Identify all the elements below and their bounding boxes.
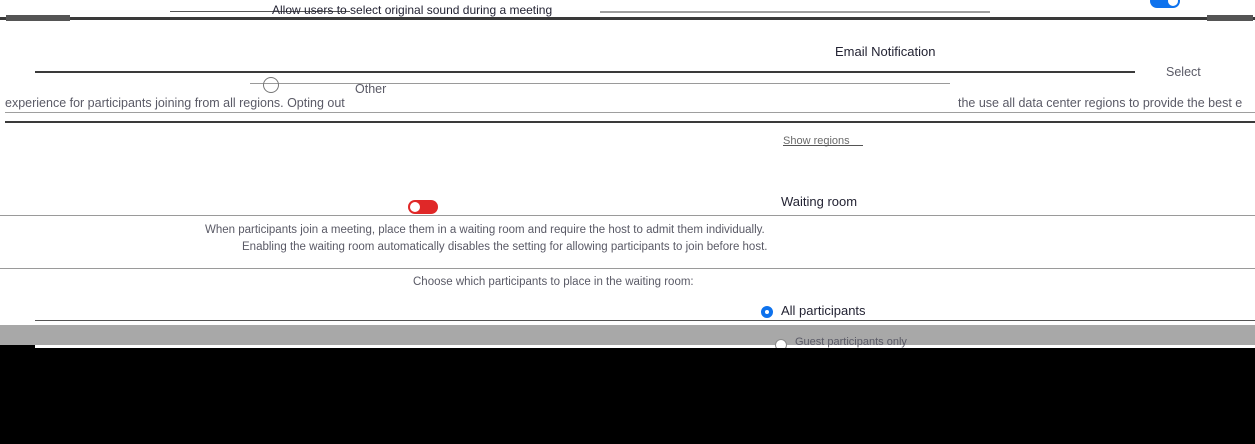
select-label[interactable]: Select <box>1166 65 1201 79</box>
black-band <box>0 348 1255 444</box>
data-center-divider-3 <box>5 112 1255 113</box>
show-regions-underline <box>783 145 863 146</box>
header-strip <box>0 17 1255 20</box>
waiting-room-choose-label: Choose which participants to place in th… <box>413 276 694 288</box>
waiting-room-divider-2 <box>0 268 1255 269</box>
header-badge-right <box>1207 15 1253 21</box>
option-all-participants-label[interactable]: All participants <box>781 303 866 318</box>
waiting-room-description: When participants join a meeting, place … <box>205 224 765 236</box>
original-sound-label: Allow users to select original sound dur… <box>272 3 553 17</box>
header-badge-left <box>6 15 70 21</box>
waiting-room-divider-3 <box>35 320 1255 321</box>
waiting-room-toggle[interactable] <box>408 200 438 214</box>
waiting-room-title: Waiting room <box>781 194 858 209</box>
globe-icon <box>263 77 279 93</box>
waiting-room-divider <box>0 215 1255 216</box>
data-center-divider-4 <box>5 121 1255 123</box>
radio-all-participants[interactable] <box>761 306 773 318</box>
other-region-label: Other <box>355 82 387 96</box>
data-center-description-right: the use all data center regions to provi… <box>958 96 1243 110</box>
original-sound-toggle[interactable] <box>1150 0 1180 8</box>
waiting-room-note: Enabling the waiting room automatically … <box>242 241 768 253</box>
divider-top-mid <box>600 11 990 13</box>
email-notification-label: Email Notification <box>835 44 936 59</box>
data-center-divider <box>35 71 1135 73</box>
gray-band <box>0 325 1255 345</box>
data-center-description: experience for participants joining from… <box>5 96 345 110</box>
option-guest-participants-label[interactable]: Guest participants only <box>795 336 907 348</box>
